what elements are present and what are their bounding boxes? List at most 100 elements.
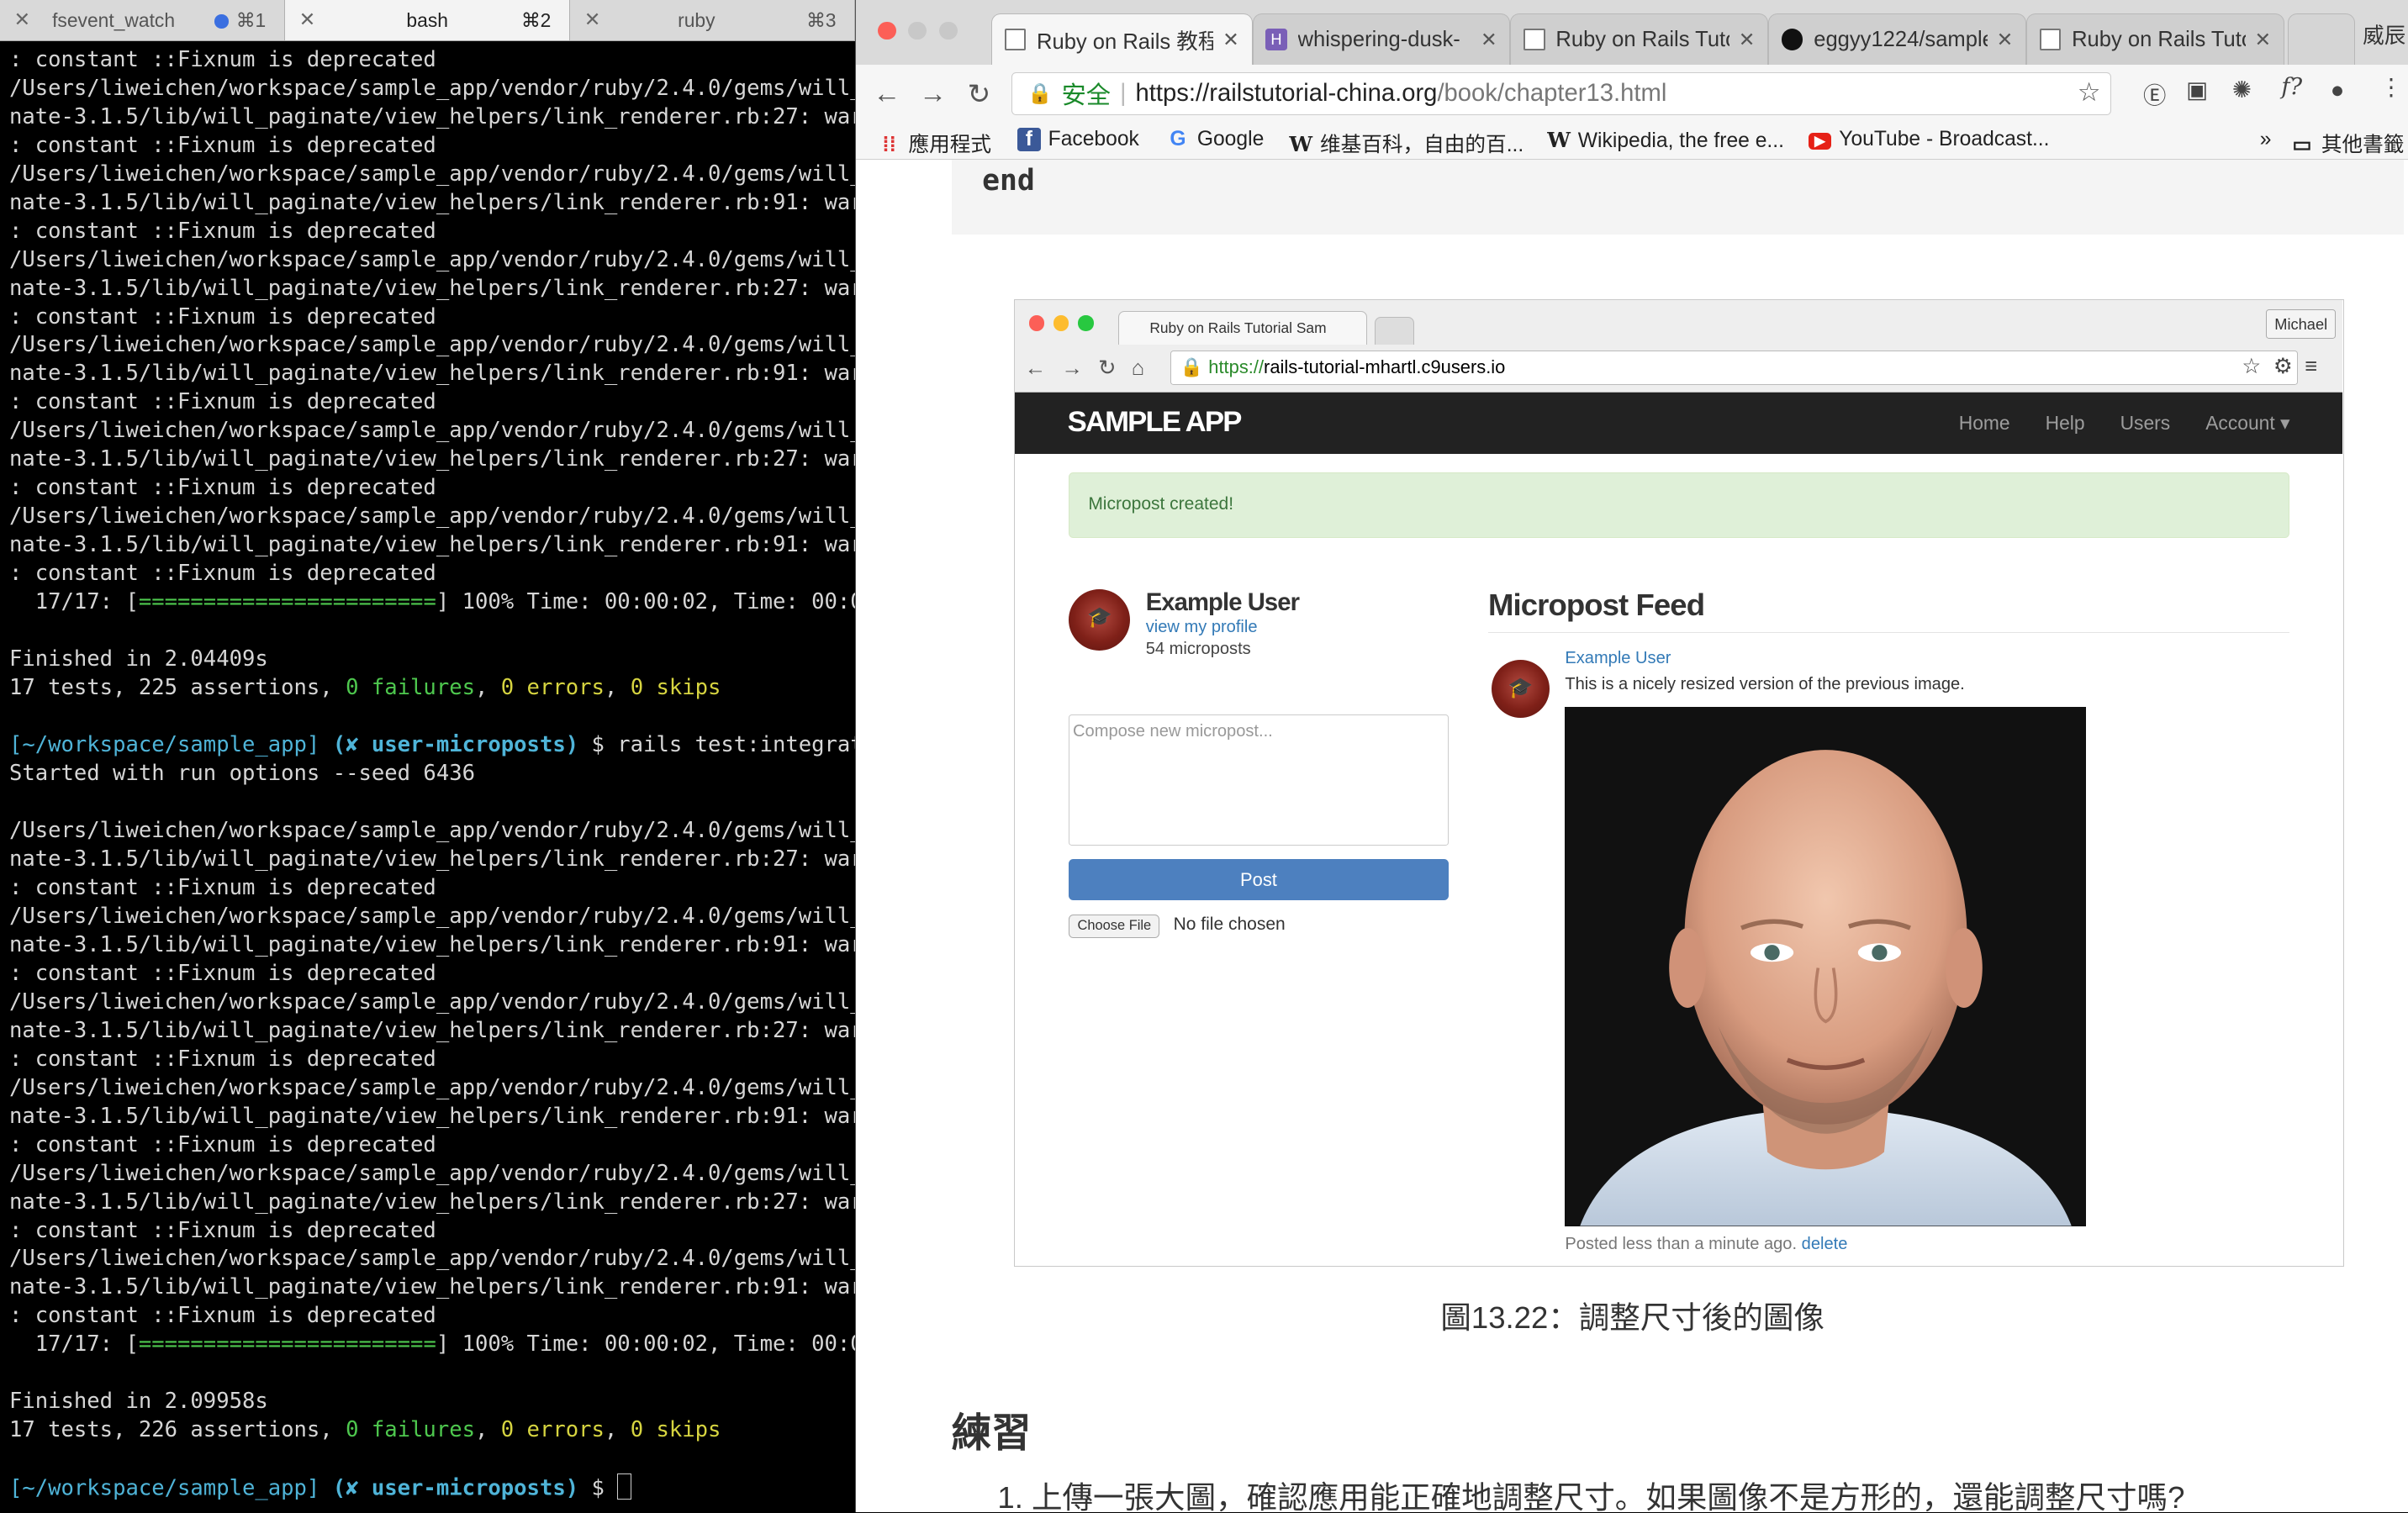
terminal-line: : constant ::Fixnum is deprecated <box>8 1303 436 1329</box>
page-icon <box>1523 29 1545 50</box>
figure-new-tab <box>1374 317 1415 345</box>
address-bar[interactable]: 🔒 安全 | https://railstutorial-china.org/b… <box>1011 71 2111 115</box>
terminal-window[interactable]: ✕ fsevent_watch ⌘1 ✕ bash ⌘2 ✕ ruby ⌘3 :… <box>0 0 916 1513</box>
youtube-icon: ▶ <box>1808 132 1832 150</box>
close-tab-icon[interactable]: ✕ <box>1481 28 1497 52</box>
terminal-line: : constant ::Fixnum is deprecated <box>8 46 436 72</box>
browser-tab[interactable]: eggyy1224/sample ✕ <box>1768 13 2027 65</box>
page-icon <box>1004 29 1027 50</box>
close-icon[interactable]: ✕ <box>584 8 601 32</box>
terminal-line: nate-3.1.5/lib/will_paginate/view_helper… <box>8 846 916 872</box>
extension-e-icon[interactable]: Ⓔ <box>2143 76 2166 110</box>
figure-nav-menu: Home Help Users Account ▾ <box>1959 412 2290 435</box>
figure-post-photo <box>1565 707 2086 1226</box>
wikipedia-icon: W <box>1289 131 1313 156</box>
figure-nav-icons: ←→↻⌂ <box>1024 356 1160 380</box>
terminal-line: : constant ::Fixnum is deprecated <box>8 132 436 158</box>
bookmark-youtube[interactable]: ▶ YouTube - Broadcast... <box>1808 128 2050 151</box>
terminal-line: [~/workspace/sample_app] (✘ user-micropo… <box>9 1473 855 1502</box>
terminal-line: Started with run options --seed 6436 <box>8 761 475 786</box>
zoom-window-button[interactable] <box>938 21 958 40</box>
terminal-tab-fsevent[interactable]: ✕ fsevent_watch ⌘1 <box>0 0 286 41</box>
terminal-line: : constant ::Fixnum is deprecated <box>8 303 436 329</box>
back-icon[interactable]: ← <box>863 77 910 109</box>
extension-formula-icon[interactable]: f? <box>2281 74 2302 100</box>
bookmark-wikipedia-en[interactable]: W Wikipedia, the free e... <box>1547 128 1784 153</box>
wikipedia-icon: W <box>1547 127 1571 152</box>
extension-cookie-icon[interactable]: ● <box>2331 76 2345 103</box>
heroku-icon: H <box>1265 29 1287 50</box>
bookmark-wikipedia-zh[interactable]: W 维基百科，自由的百... <box>1289 128 1523 158</box>
figure-no-file-label: No file chosen <box>1173 914 1286 934</box>
terminal-tab-bash[interactable]: ✕ bash ⌘2 <box>285 0 571 41</box>
extension-square-icon[interactable]: ▣ <box>2186 76 2208 103</box>
reload-icon[interactable]: ↻ <box>956 77 1002 110</box>
forward-icon[interactable]: → <box>910 77 956 109</box>
portrait-image <box>1565 707 2086 1226</box>
browser-tab[interactable]: Ruby on Rails Tuto ✕ <box>2026 13 2284 65</box>
terminal-tab-shortcut: ⌘3 <box>805 8 837 31</box>
terminal-line: /Users/liweichen/workspace/sample_app/ve… <box>8 332 916 358</box>
figure-user-avatar: 🎓 <box>1069 588 1131 651</box>
window-controls <box>877 21 958 40</box>
new-tab-button[interactable] <box>2287 13 2356 65</box>
terminal-line: nate-3.1.5/lib/will_paginate/view_helper… <box>8 1189 916 1215</box>
terminal-tab-ruby[interactable]: ✕ ruby ⌘3 <box>570 0 856 41</box>
figure-address-bar: 🔒 https://rails-tutorial-mhartl.c9users.… <box>1170 351 2298 385</box>
terminal-line: /Users/liweichen/workspace/sample_app/ve… <box>8 1246 916 1272</box>
code-block: end <box>951 159 2405 235</box>
figure-screenshot: Ruby on Rails Tutorial Sam Michael ←→↻⌂ … <box>1014 299 2345 1267</box>
figure-compose-textarea: Compose new micropost... <box>1069 714 1449 846</box>
close-tab-icon[interactable]: ✕ <box>1222 28 1239 52</box>
terminal-tab-label: ruby <box>678 8 716 31</box>
terminal-line: Finished in 2.04409s <box>8 646 268 672</box>
close-icon[interactable]: ✕ <box>13 8 30 32</box>
figure-view-profile-link: view my profile <box>1145 618 1258 637</box>
bookmark-google[interactable]: G Google <box>1166 128 1264 151</box>
browser-tab[interactable]: Ruby on Rails 教程 ✕ <box>991 13 1253 65</box>
bookmark-star-icon[interactable]: ☆ <box>2078 77 2101 108</box>
figure-menu-account: Account ▾ <box>2205 412 2290 435</box>
exercise-item: 1. 上傳一張大圖，確認應用能正確地調整尺寸。如果圖像不是方形的，還能調整尺寸嗎… <box>997 1479 2185 1513</box>
terminal-line: : constant ::Fixnum is deprecated <box>8 561 436 587</box>
figure-post-text: This is a nicely resized version of the … <box>1565 674 1965 693</box>
terminal-output[interactable]: : constant ::Fixnum is deprecated/Users/… <box>0 41 916 1502</box>
terminal-tab-bar: ✕ fsevent_watch ⌘1 ✕ bash ⌘2 ✕ ruby ⌘3 <box>0 0 856 42</box>
browser-window: Ruby on Rails 教程 ✕ Hwhispering-dusk- ✕ Rub… <box>855 0 2408 1513</box>
figure-logo: SAMPLE APP <box>1067 406 1243 439</box>
close-tab-icon[interactable]: ✕ <box>1739 28 1756 52</box>
figure-user-button: Michael <box>2266 309 2337 340</box>
url-host: https://railstutorial-china.org <box>1135 79 1438 107</box>
figure-caption: 圖13.22：調整尺寸後的圖像 <box>1440 1299 1824 1335</box>
exercise-heading: 練習 <box>951 1410 1032 1456</box>
terminal-line: nate-3.1.5/lib/will_paginate/view_helper… <box>8 103 916 129</box>
figure-lock-icon: 🔒 <box>1180 356 1204 377</box>
extension-color-icon[interactable]: ✺ <box>2232 76 2252 103</box>
menu-icon[interactable]: ⋮ <box>2379 74 2402 101</box>
browser-tab[interactable]: Ruby on Rails Tuto ✕ <box>1510 13 1769 65</box>
terminal-line: nate-3.1.5/lib/will_paginate/view_helper… <box>8 1274 916 1300</box>
terminal-tab-label: fsevent_watch <box>52 8 176 31</box>
terminal-line: /Users/liweichen/workspace/sample_app/ve… <box>8 75 916 101</box>
terminal-line: : constant ::Fixnum is deprecated <box>8 1217 436 1243</box>
profile-button[interactable]: 威辰 <box>2363 18 2405 50</box>
browser-tab[interactable]: Hwhispering-dusk- ✕ <box>1252 13 1511 65</box>
terminal-line: : constant ::Fixnum is deprecated <box>8 475 436 501</box>
terminal-line: Finished in 2.09958s <box>8 1389 268 1415</box>
bookmark-apps[interactable]: ⁞⁞ 應用程式 <box>878 128 991 158</box>
terminal-line: nate-3.1.5/lib/will_paginate/view_helper… <box>8 446 916 472</box>
figure-post-timestamp: Posted less than a minute ago. delete <box>1565 1235 1848 1254</box>
bookmark-facebook[interactable]: f Facebook <box>1017 127 1139 151</box>
close-tab-icon[interactable]: ✕ <box>1997 28 2014 52</box>
minimize-window-button[interactable] <box>908 21 927 40</box>
terminal-line: : constant ::Fixnum is deprecated <box>8 1131 436 1157</box>
bookmarks-overflow-button[interactable]: » <box>2260 128 2272 151</box>
other-bookmarks[interactable]: ▭ 其他書籤 <box>2290 128 2404 158</box>
terminal-line: /Users/liweichen/workspace/sample_app/ve… <box>8 903 916 929</box>
close-tab-icon[interactable]: ✕ <box>2254 28 2271 52</box>
figure-divider <box>1488 631 2290 634</box>
close-window-button[interactable] <box>877 21 896 40</box>
page-content[interactable]: end Ruby on Rails Tutorial Sam Michael ←… <box>856 159 2408 1513</box>
figure-choose-file-button: Choose File <box>1069 914 1160 939</box>
